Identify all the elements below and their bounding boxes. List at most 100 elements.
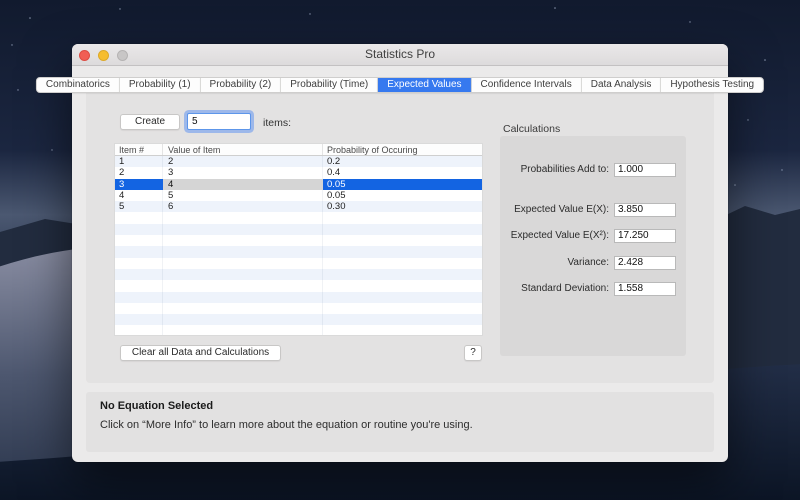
table-cell — [115, 314, 163, 326]
column-header-probability[interactable]: Probability of Occuring — [323, 144, 482, 155]
tab-expected-values[interactable]: Expected Values — [378, 78, 472, 92]
table-row[interactable] — [115, 280, 482, 292]
table-cell: 4 — [115, 189, 163, 202]
table-cell — [163, 314, 323, 326]
table-row[interactable] — [115, 223, 482, 236]
app-window: Statistics Pro Combinatorics Probability … — [35, 44, 765, 462]
table-cell: 4 — [163, 178, 323, 190]
window-title: Statistics Pro — [364, 47, 436, 61]
table-cell — [115, 280, 163, 292]
calc-field-value[interactable]: 1.558 — [614, 281, 676, 296]
calc-field: Expected Value E(X): 3.850 — [508, 202, 676, 217]
table-cell — [323, 325, 482, 335]
table-row[interactable]: 4 5 0.05 — [115, 189, 482, 202]
table-cell — [323, 269, 482, 280]
close-button-icon[interactable] — [79, 50, 90, 61]
items-label: items: — [263, 117, 292, 129]
calc-field-label: Standard Deviation: — [521, 283, 609, 294]
table-row[interactable] — [115, 314, 482, 326]
calc-field-value[interactable]: 3.850 — [614, 202, 676, 217]
table-cell — [115, 291, 163, 303]
table-row[interactable] — [115, 235, 482, 247]
calc-field: Standard Deviation: 1.558 — [508, 281, 676, 296]
table-cell — [163, 280, 323, 292]
tab-probability-1[interactable]: Probability (1) — [120, 78, 201, 92]
table-cell — [115, 223, 163, 236]
items-count-input[interactable] — [187, 113, 251, 130]
title-bar[interactable]: Statistics Pro — [72, 44, 728, 66]
calc-field-label: Probabilities Add to: — [520, 164, 609, 175]
table-cell — [163, 268, 323, 281]
table-cell: 3 — [115, 178, 163, 190]
table-cell — [115, 257, 163, 269]
tab-combinatorics[interactable]: Combinatorics — [37, 78, 120, 92]
help-button[interactable]: ? — [464, 345, 482, 361]
table-cell: 0.05 — [327, 189, 346, 201]
window-controls — [79, 50, 128, 61]
table-row[interactable] — [115, 212, 482, 224]
table-cell — [163, 302, 323, 315]
table-cell — [323, 292, 482, 303]
tab-probability-2[interactable]: Probability (2) — [201, 78, 282, 92]
table-cell — [163, 212, 323, 224]
table-row[interactable] — [115, 325, 482, 335]
table-cell — [115, 268, 163, 281]
table-cell: 5 — [163, 189, 323, 202]
table-cell — [323, 212, 482, 223]
table-cell: 5 — [115, 201, 163, 213]
table-row[interactable] — [115, 302, 482, 315]
calc-field: Expected Value E(X²): 17.250 — [508, 228, 676, 243]
table-cell — [163, 257, 323, 269]
calc-field-value[interactable]: 17.250 — [614, 228, 676, 243]
items-table: Item # Value of Item Probability of Occu… — [114, 143, 483, 336]
table-cell: 6 — [163, 201, 323, 213]
table-cell — [163, 246, 323, 258]
tab-confidence-intervals[interactable]: Confidence Intervals — [472, 78, 582, 92]
tab-data-analysis[interactable]: Data Analysis — [582, 78, 662, 92]
zoom-button-icon[interactable] — [117, 50, 128, 61]
table-row[interactable] — [115, 246, 482, 258]
table-cell — [323, 314, 482, 325]
calc-field-label: Expected Value E(X²): — [510, 230, 609, 241]
create-button[interactable]: Create — [120, 114, 180, 130]
calc-field-label: Variance: — [567, 257, 609, 268]
calc-field: Variance: 2.428 — [508, 255, 676, 270]
table-cell: 2 — [115, 167, 163, 179]
clear-data-button[interactable]: Clear all Data and Calculations — [120, 345, 281, 361]
table-cell: 3 — [163, 167, 323, 179]
table-cell: 0.05 — [323, 178, 482, 190]
minimize-button-icon[interactable] — [98, 50, 109, 61]
equation-info-panel: No Equation Selected Click on “More Info… — [86, 392, 714, 452]
calc-field-value[interactable]: 2.428 — [614, 255, 676, 270]
table-row[interactable]: 3 4 0.05 — [115, 178, 482, 190]
calc-field-value[interactable]: 1.000 — [614, 162, 676, 177]
table-row[interactable] — [115, 291, 482, 303]
table-row[interactable] — [115, 268, 482, 281]
table-header: Item # Value of Item Probability of Occu… — [115, 144, 482, 156]
table-cell: 0.2 — [327, 156, 341, 167]
tab-probability-time[interactable]: Probability (Time) — [281, 78, 379, 92]
table-cell: 2 — [163, 156, 323, 168]
table-cell: 1 — [115, 156, 163, 168]
table-row[interactable]: 5 6 0.30 — [115, 201, 482, 213]
table-cell — [323, 303, 482, 314]
tab-hypothesis-testing[interactable]: Hypothesis Testing — [661, 78, 763, 92]
column-header-value[interactable]: Value of Item — [163, 144, 323, 155]
equation-info-body: Click on “More Info” to learn more about… — [100, 419, 473, 431]
table-row[interactable]: 1 2 0.2 — [115, 156, 482, 168]
calc-field-label: Expected Value E(X): — [514, 204, 609, 215]
column-header-item[interactable]: Item # — [115, 144, 163, 155]
table-cell — [115, 212, 163, 224]
table-cell — [115, 235, 163, 247]
table-cell: 0.4 — [327, 167, 341, 179]
table-row[interactable] — [115, 257, 482, 269]
calculations-title: Calculations — [503, 123, 561, 135]
table-cell — [163, 291, 323, 303]
equation-info-title: No Equation Selected — [100, 400, 214, 412]
calc-field: Probabilities Add to: 1.000 — [508, 162, 676, 177]
table-cell — [323, 246, 482, 257]
table-cell: 0.30 — [327, 201, 346, 213]
table-row[interactable]: 2 3 0.4 — [115, 167, 482, 179]
table-cell — [115, 246, 163, 258]
table-cell — [163, 235, 323, 247]
